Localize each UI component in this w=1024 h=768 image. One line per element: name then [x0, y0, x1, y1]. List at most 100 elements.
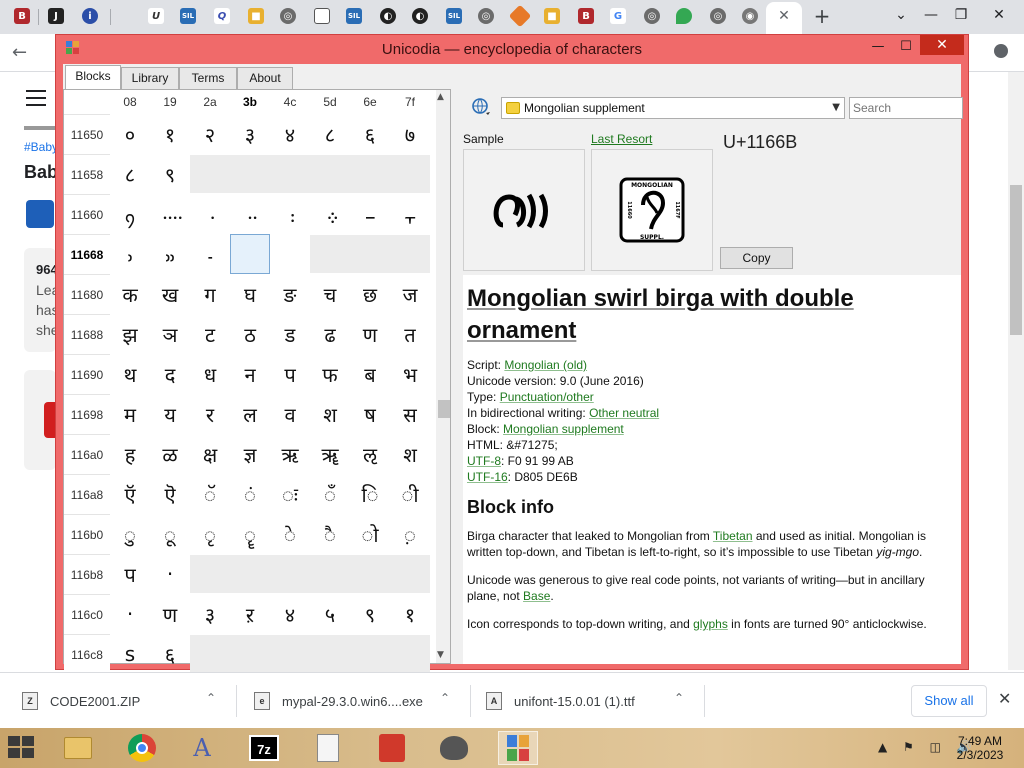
tab-favicon-chrome[interactable]: ◉: [742, 8, 758, 24]
grid-character-cell[interactable]: ᠇: [390, 194, 430, 234]
grid-character-cell[interactable]: ॠ: [310, 434, 350, 474]
tab-favicon-4[interactable]: ■: [248, 8, 264, 24]
last-resort-link[interactable]: Last Resort: [591, 132, 652, 146]
grid-character-cell[interactable]: ᠊: [190, 234, 230, 274]
grid-character-cell[interactable]: ᠂: [190, 194, 230, 234]
grid-character-cell[interactable]: फ: [310, 354, 350, 394]
tab-terms[interactable]: Terms: [179, 67, 237, 89]
utf16-link[interactable]: UTF-16: [467, 470, 508, 484]
page-scrollbar[interactable]: [1008, 72, 1024, 670]
grid-character-cell[interactable]: ऋ: [270, 434, 310, 474]
grid-character-cell[interactable]: ७: [390, 114, 430, 154]
grid-character-cell[interactable]: ज्ञ: [230, 434, 270, 474]
block-selector-dropdown[interactable]: Mongolian supplement ▼: [501, 97, 845, 119]
bidi-link[interactable]: Other neutral: [589, 406, 659, 420]
start-button[interactable]: [8, 736, 36, 760]
chevron-up-icon[interactable]: ⌃: [674, 691, 684, 705]
grid-character-cell[interactable]: थ: [110, 354, 150, 394]
grid-character-cell[interactable]: ᠆: [350, 194, 390, 234]
grid-character-cell[interactable]: े: [270, 514, 310, 554]
grid-character-cell[interactable]: ᠋: [230, 234, 270, 274]
tab-favicon-1[interactable]: B: [14, 8, 30, 24]
tab-favicon-q[interactable]: Q: [214, 8, 230, 24]
tab-library[interactable]: Library: [121, 67, 179, 89]
base-link[interactable]: Base: [523, 589, 550, 603]
tab-favicon-globe-3[interactable]: ◎: [644, 8, 660, 24]
tab-favicon-sil-3[interactable]: SIL: [446, 8, 462, 24]
tab-favicon-globe-2[interactable]: ◎: [478, 8, 494, 24]
grid-character-cell[interactable]: छ: [350, 274, 390, 314]
grid-character-cell[interactable]: ल: [230, 394, 270, 434]
grid-character-cell[interactable]: १: [390, 594, 430, 634]
grid-character-cell[interactable]: ब: [350, 354, 390, 394]
grid-character-cell[interactable]: ं: [230, 474, 270, 514]
tab-favicon-dark-2[interactable]: ◐: [412, 8, 428, 24]
tab-favicon-doc[interactable]: [314, 8, 330, 24]
grid-character-cell[interactable]: ो: [350, 514, 390, 554]
tab-search-icon[interactable]: ⌄: [886, 4, 916, 26]
tab-favicon-diamond[interactable]: [508, 4, 532, 28]
bg-tag-text[interactable]: #Baby: [24, 140, 58, 154]
search-input[interactable]: [849, 97, 963, 119]
tab-favicon-info[interactable]: i: [82, 8, 98, 24]
close-icon[interactable]: ✕: [998, 689, 1011, 708]
grid-character-cell[interactable]: झ: [110, 314, 150, 354]
tab-favicon-sil[interactable]: SIL: [180, 8, 196, 24]
grid-character-cell[interactable]: प: [110, 554, 150, 594]
tab-close-icon[interactable]: ✕: [776, 8, 792, 24]
grid-character-cell[interactable]: ᠃: [230, 194, 270, 234]
document-icon[interactable]: [308, 731, 348, 765]
window-close-button[interactable]: ✕: [920, 35, 964, 55]
tab-favicon-2[interactable]: J: [48, 8, 64, 24]
grid-character-cell[interactable]: स: [390, 394, 430, 434]
grid-character-cell[interactable]: ८: [110, 154, 150, 194]
download-item-3[interactable]: A unifont-15.0.01 (1).ttf: [486, 689, 635, 713]
grid-character-cell[interactable]: ·: [150, 554, 190, 594]
grid-character-cell[interactable]: ़: [390, 514, 430, 554]
tab-favicon-uf[interactable]: U: [148, 8, 164, 24]
back-arrow-icon[interactable]: ←: [12, 42, 27, 63]
grid-character-cell[interactable]: ण: [150, 594, 190, 634]
browser-minimize-button[interactable]: —: [916, 4, 946, 26]
grid-character-cell[interactable]: १: [150, 114, 190, 154]
download-item-2[interactable]: e mypal-29.3.0.win6....exe: [254, 689, 423, 713]
grid-character-cell[interactable]: न: [230, 354, 270, 394]
grid-character-cell[interactable]: ठ: [230, 314, 270, 354]
taskbar-clock[interactable]: 7:49 AM 2/3/2023: [950, 734, 1010, 762]
grid-character-cell[interactable]: s: [110, 634, 150, 674]
block-link[interactable]: Mongolian supplement: [503, 422, 624, 436]
grid-character-cell[interactable]: ळ: [150, 434, 190, 474]
grid-character-cell[interactable]: ग: [190, 274, 230, 314]
grid-character-cell[interactable]: ञ: [150, 314, 190, 354]
grid-character-cell[interactable]: ऱ: [230, 594, 270, 634]
grid-character-cell[interactable]: ᠁: [150, 194, 190, 234]
grid-character-cell[interactable]: ४: [270, 114, 310, 154]
grid-character-cell[interactable]: २: [190, 114, 230, 154]
utf8-link[interactable]: UTF-8: [467, 454, 501, 468]
grid-character-cell[interactable]: च: [310, 274, 350, 314]
unicodia-title-bar[interactable]: Unicodia — encyclopedia of characters — …: [56, 35, 968, 63]
grid-character-cell[interactable]: ट: [190, 314, 230, 354]
grid-character-cell[interactable]: क: [110, 274, 150, 314]
7zip-icon[interactable]: 7z: [244, 731, 284, 765]
grid-character-cell[interactable]: ॄ: [230, 514, 270, 554]
grid-character-cell[interactable]: क्ष: [190, 434, 230, 474]
grid-character-cell[interactable]: भ: [390, 354, 430, 394]
window-maximize-button[interactable]: ☐: [892, 37, 920, 57]
glyphs-link[interactable]: glyphs: [693, 617, 728, 631]
grid-character-cell[interactable]: श: [310, 394, 350, 434]
grid-character-cell[interactable]: ू: [150, 514, 190, 554]
file-explorer-icon[interactable]: [58, 731, 98, 765]
hamburger-menu-icon[interactable]: [26, 90, 46, 111]
tab-favicon-maps[interactable]: [676, 8, 692, 24]
grid-character-cell[interactable]: ऍ: [110, 474, 150, 514]
show-all-button[interactable]: Show all: [911, 685, 987, 717]
chevron-down-icon[interactable]: ▼: [832, 98, 840, 118]
grid-character-cell[interactable]: द: [150, 354, 190, 394]
grid-character-cell[interactable]: ६: [150, 634, 190, 674]
grid-character-cell[interactable]: ँ: [310, 474, 350, 514]
tab-favicon-globe-4[interactable]: ◎: [710, 8, 726, 24]
grid-character-cell[interactable]: ी: [390, 474, 430, 514]
grid-character-cell[interactable]: ष: [350, 394, 390, 434]
grid-character-cell[interactable]: ऎ: [150, 474, 190, 514]
